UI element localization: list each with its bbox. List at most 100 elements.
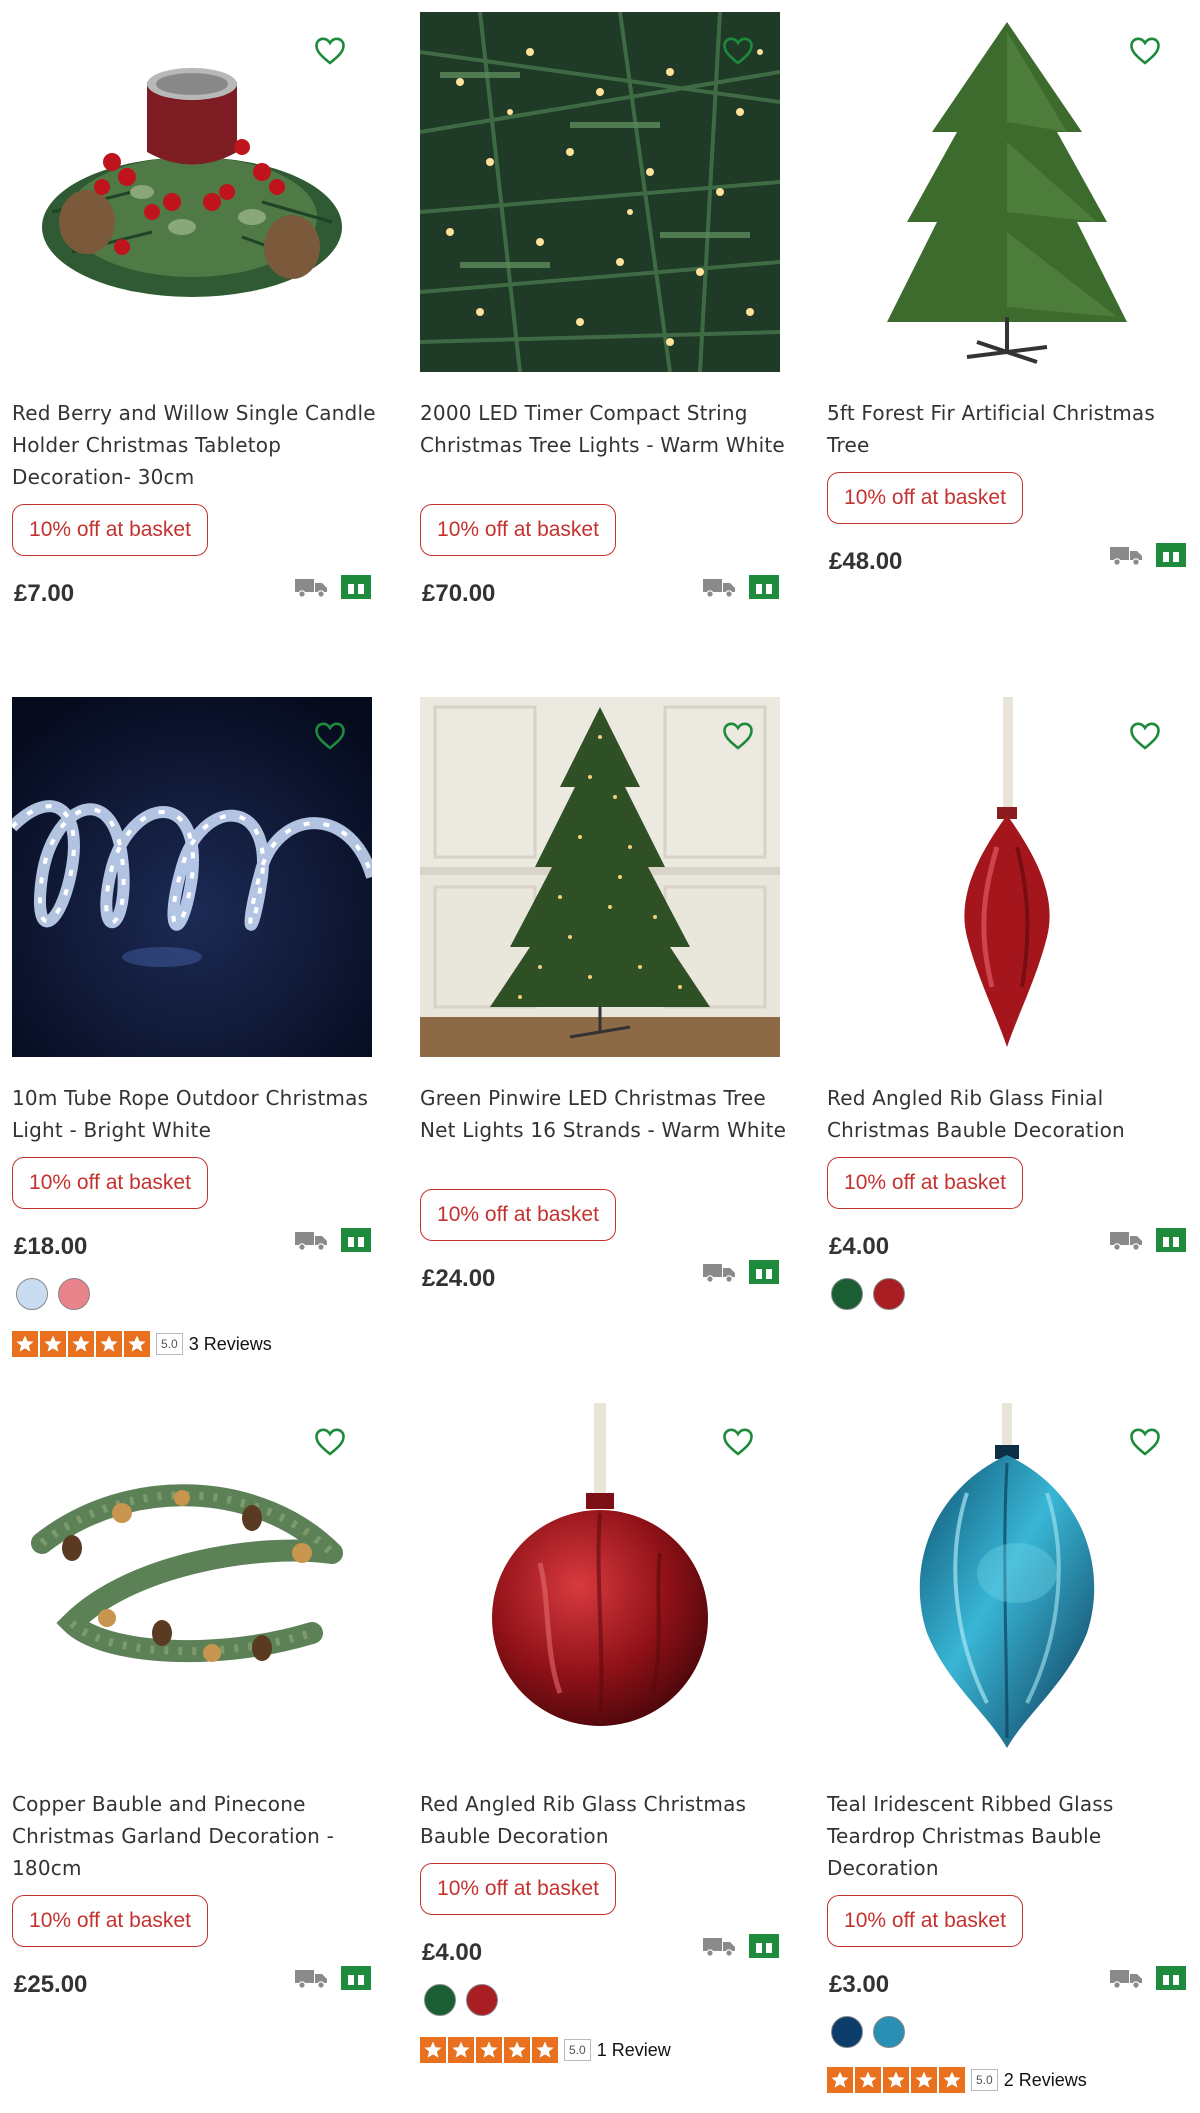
product-price: £3.00: [829, 1971, 890, 1998]
net-lights-tree-image[interactable]: [420, 697, 780, 1057]
star-icon: [124, 1331, 150, 1357]
star-icon: [448, 2037, 474, 2063]
rating-summary[interactable]: 5.0 2 Reviews: [827, 2067, 1087, 2093]
click-collect-store-icon: [340, 1227, 372, 1253]
product-title[interactable]: Teal Iridescent Ribbed Glass Teardrop Ch…: [827, 1788, 1197, 1884]
colour-swatch[interactable]: [831, 2016, 863, 2048]
promo-badge: 10% off at basket: [420, 1863, 616, 1915]
fulfilment-icons: [294, 574, 372, 600]
product-price: £4.00: [422, 1939, 483, 1966]
colour-swatch[interactable]: [873, 1278, 905, 1310]
star-icon: [420, 2037, 446, 2063]
promo-badge: 10% off at basket: [827, 1157, 1023, 1209]
wishlist-heart-icon[interactable]: [1129, 1427, 1161, 1457]
colour-swatches: [831, 1278, 905, 1310]
wishlist-heart-icon[interactable]: [314, 36, 346, 66]
review-count[interactable]: 2 Reviews: [1004, 2070, 1087, 2091]
product-card[interactable]: 5ft Forest Fir Artificial Christmas Tree…: [827, 12, 1187, 612]
wishlist-heart-icon[interactable]: [722, 721, 754, 751]
rating-summary[interactable]: 5.0 1 Review: [420, 2037, 671, 2063]
delivery-truck-icon: [294, 576, 328, 598]
product-title[interactable]: 2000 LED Timer Compact String Christmas …: [420, 397, 790, 461]
star-icon: [911, 2067, 937, 2093]
product-title[interactable]: Copper Bauble and Pinecone Christmas Gar…: [12, 1788, 382, 1884]
delivery-truck-icon: [1109, 544, 1143, 566]
fulfilment-icons: [702, 1933, 780, 1959]
product-title[interactable]: Green Pinwire LED Christmas Tree Net Lig…: [420, 1082, 790, 1146]
product-card[interactable]: Red Angled Rib Glass Finial Christmas Ba…: [827, 697, 1187, 1317]
wishlist-heart-icon[interactable]: [722, 1427, 754, 1457]
teal-bauble-image[interactable]: [827, 1403, 1187, 1763]
star-icon: [68, 1331, 94, 1357]
click-collect-store-icon: [1155, 1965, 1187, 1991]
fulfilment-icons: [1109, 1227, 1187, 1253]
fulfilment-icons: [702, 1259, 780, 1285]
fulfilment-icons: [294, 1965, 372, 1991]
wishlist-heart-icon[interactable]: [722, 36, 754, 66]
product-price: £48.00: [829, 548, 903, 575]
red-bauble-image[interactable]: [420, 1403, 780, 1763]
product-title[interactable]: 10m Tube Rope Outdoor Christmas Light - …: [12, 1082, 382, 1146]
product-card[interactable]: Teal Iridescent Ribbed Glass Teardrop Ch…: [827, 1403, 1187, 2103]
review-count[interactable]: 1 Review: [597, 2040, 671, 2061]
product-card[interactable]: 10m Tube Rope Outdoor Christmas Light - …: [12, 697, 372, 1357]
wishlist-heart-icon[interactable]: [314, 721, 346, 751]
click-collect-store-icon: [340, 1965, 372, 1991]
product-title[interactable]: Red Angled Rib Glass Christmas Bauble De…: [420, 1788, 790, 1852]
fulfilment-icons: [294, 1227, 372, 1253]
product-card[interactable]: 2000 LED Timer Compact String Christmas …: [420, 12, 785, 612]
colour-swatch[interactable]: [16, 1278, 48, 1310]
rope-light-image[interactable]: [12, 697, 372, 1057]
promo-badge: 10% off at basket: [12, 1157, 208, 1209]
garland-image[interactable]: [12, 1403, 372, 1763]
promo-badge: 10% off at basket: [827, 1895, 1023, 1947]
colour-swatch[interactable]: [424, 1984, 456, 2016]
colour-swatch[interactable]: [873, 2016, 905, 2048]
star-icon: [883, 2067, 909, 2093]
product-title[interactable]: 5ft Forest Fir Artificial Christmas Tree: [827, 397, 1197, 461]
product-card[interactable]: Red Berry and Willow Single Candle Holde…: [12, 12, 376, 612]
colour-swatches: [831, 2016, 905, 2048]
product-title[interactable]: Red Berry and Willow Single Candle Holde…: [12, 397, 382, 493]
wishlist-heart-icon[interactable]: [1129, 36, 1161, 66]
delivery-truck-icon: [294, 1229, 328, 1251]
rating-score: 5.0: [156, 1333, 183, 1355]
wishlist-heart-icon[interactable]: [314, 1427, 346, 1457]
promo-badge: 10% off at basket: [827, 472, 1023, 524]
promo-badge: 10% off at basket: [420, 504, 616, 556]
product-card[interactable]: Green Pinwire LED Christmas Tree Net Lig…: [420, 697, 786, 1317]
star-rating: [12, 1331, 150, 1357]
string-lights-image[interactable]: [420, 12, 780, 372]
rating-summary[interactable]: 5.0 3 Reviews: [12, 1331, 272, 1357]
finial-bauble-image[interactable]: [827, 697, 1187, 1057]
star-icon: [504, 2037, 530, 2063]
click-collect-store-icon: [340, 574, 372, 600]
product-card[interactable]: Copper Bauble and Pinecone Christmas Gar…: [12, 1403, 372, 2003]
star-icon: [532, 2037, 558, 2063]
product-price: £70.00: [422, 580, 496, 607]
rating-score: 5.0: [564, 2039, 591, 2061]
promo-badge: 10% off at basket: [12, 504, 208, 556]
product-card[interactable]: Red Angled Rib Glass Christmas Bauble De…: [420, 1403, 780, 2083]
star-icon: [827, 2067, 853, 2093]
colour-swatch[interactable]: [58, 1278, 90, 1310]
product-price: £24.00: [422, 1265, 496, 1292]
star-icon: [476, 2037, 502, 2063]
colour-swatch[interactable]: [466, 1984, 498, 2016]
colour-swatch[interactable]: [831, 1278, 863, 1310]
review-count[interactable]: 3 Reviews: [189, 1334, 272, 1355]
product-title[interactable]: Red Angled Rib Glass Finial Christmas Ba…: [827, 1082, 1197, 1146]
delivery-truck-icon: [294, 1967, 328, 1989]
fulfilment-icons: [1109, 1965, 1187, 1991]
fulfilment-icons: [702, 574, 780, 600]
candle-holder-image[interactable]: [12, 12, 372, 372]
click-collect-store-icon: [748, 574, 780, 600]
delivery-truck-icon: [702, 1261, 736, 1283]
product-price: £4.00: [829, 1233, 890, 1260]
star-icon: [855, 2067, 881, 2093]
star-icon: [939, 2067, 965, 2093]
product-price: £18.00: [14, 1233, 88, 1260]
wishlist-heart-icon[interactable]: [1129, 721, 1161, 751]
star-icon: [40, 1331, 66, 1357]
fir-tree-image[interactable]: [827, 12, 1187, 372]
